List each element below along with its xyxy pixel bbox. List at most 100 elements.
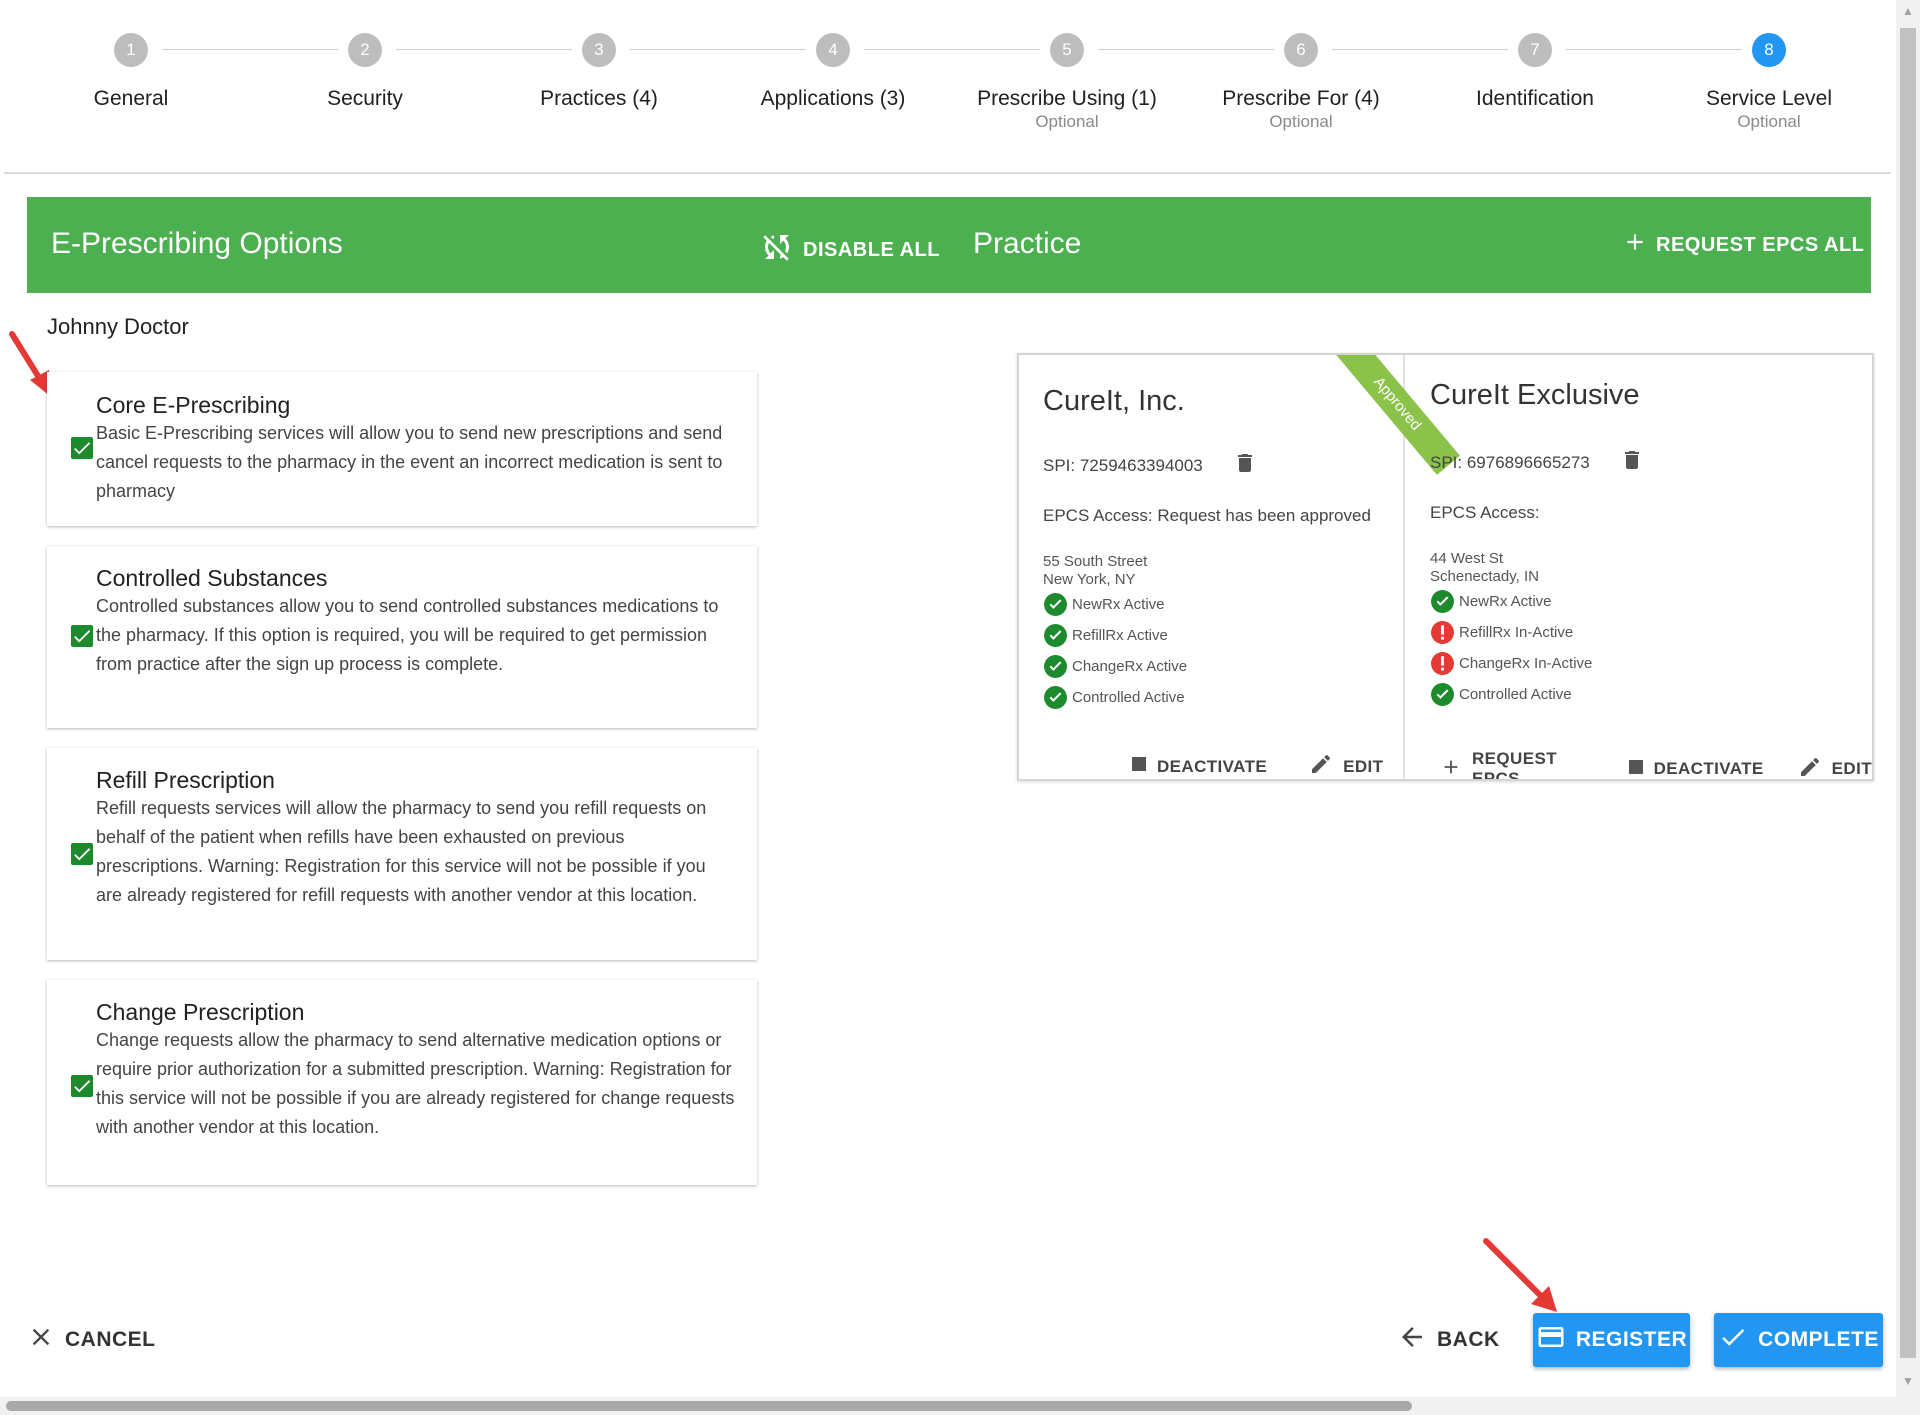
checkmark-icon xyxy=(74,442,91,455)
option-description: Basic E-Prescribing services will allow … xyxy=(96,423,723,501)
practice-name: CureIt Exclusive xyxy=(1430,379,1640,411)
practice-name: CureIt, Inc. xyxy=(1043,385,1185,417)
request-epcs-label: REQUEST EPCS xyxy=(1472,749,1557,781)
address-line: New York, NY xyxy=(1043,571,1136,588)
plus-icon xyxy=(1440,756,1462,780)
status-item: ChangeRx Active xyxy=(1043,651,1187,682)
register-button[interactable]: REGISTER xyxy=(1533,1313,1690,1367)
address-line: 55 South Street xyxy=(1043,553,1148,570)
deactivate-label: DEACTIVATE xyxy=(1157,756,1268,776)
check-circle-icon xyxy=(1044,655,1067,678)
option-title: Controlled Substances xyxy=(96,565,328,591)
step-label: General xyxy=(93,87,169,110)
option-title: Core E-Prescribing xyxy=(96,392,291,418)
step-prescribe-using[interactable]: 5 Prescribe Using (1) Optional xyxy=(967,33,1167,132)
step-practices[interactable]: 3 Practices (4) xyxy=(499,33,699,111)
step-security[interactable]: 2 Security xyxy=(265,33,465,111)
sync-disabled-icon xyxy=(759,229,795,271)
edit-label: EDIT xyxy=(1343,756,1384,776)
option-description: Change requests allow the pharmacy to se… xyxy=(96,1030,735,1137)
step-label: Identification xyxy=(1476,87,1594,110)
cancel-button[interactable]: CANCEL xyxy=(27,1313,156,1367)
deactivate-button[interactable]: DEACTIVATE xyxy=(1628,759,1764,780)
cancel-label: CANCEL xyxy=(65,1328,156,1351)
step-label: Prescribe For (4) xyxy=(1222,87,1380,110)
disable-all-button[interactable]: DISABLE ALL xyxy=(759,229,940,271)
step-service-level[interactable]: 8 Service Level Optional xyxy=(1669,33,1869,132)
close-icon xyxy=(27,1323,55,1357)
step-label: Applications (3) xyxy=(760,87,906,110)
practice-spi: SPI: 6976896665273 xyxy=(1430,446,1644,479)
practice-actions: REQUEST EPCS DEACTIVATE EDIT xyxy=(1440,749,1872,781)
complete-label: COMPLETE xyxy=(1758,1328,1879,1351)
scroll-down-icon[interactable]: ▼ xyxy=(1896,1370,1920,1392)
status-text: RefillRx In-Active xyxy=(1459,624,1574,641)
register-label: REGISTER xyxy=(1575,1328,1688,1351)
status-item: Controlled Active xyxy=(1043,682,1187,713)
status-text: ChangeRx In-Active xyxy=(1459,655,1593,672)
back-label: BACK xyxy=(1437,1328,1500,1351)
request-epcs-all-button[interactable]: REQUEST EPCS ALL xyxy=(1622,229,1864,261)
status-text: ChangeRx Active xyxy=(1072,658,1188,675)
step-prescribe-for[interactable]: 6 Prescribe For (4) Optional xyxy=(1201,33,1401,132)
step-number: 3 xyxy=(582,33,616,67)
horizontal-scrollbar[interactable] xyxy=(0,1397,1896,1415)
service-status-list: NewRx Active RefillRx In-Active ChangeRx… xyxy=(1430,586,1592,710)
status-item: Controlled Active xyxy=(1430,679,1592,710)
plus-icon xyxy=(1622,229,1648,261)
option-controlled-substances: Controlled Substances Controlled substan… xyxy=(47,546,757,728)
step-number: 1 xyxy=(114,33,148,67)
practice-spi: SPI: 7259463394003 xyxy=(1043,449,1257,482)
deactivate-button[interactable]: DEACTIVATE xyxy=(1131,756,1267,777)
option-checkbox[interactable] xyxy=(71,437,93,459)
check-circle-icon xyxy=(1044,686,1067,709)
step-applications[interactable]: 4 Applications (3) xyxy=(733,33,933,111)
step-number: 2 xyxy=(348,33,382,67)
option-checkbox[interactable] xyxy=(71,625,93,647)
eprescribing-toolbar: E-Prescribing Options DISABLE ALL Practi… xyxy=(27,197,1871,293)
checkmark-icon xyxy=(74,630,91,643)
request-epcs-all-label: REQUEST EPCS ALL xyxy=(1656,233,1865,256)
vertical-scrollbar[interactable]: ▲ ▼ xyxy=(1896,0,1920,1415)
option-checkbox[interactable] xyxy=(71,843,93,865)
step-number: 4 xyxy=(816,33,850,67)
practice-address: 55 South Street New York, NY xyxy=(1043,553,1147,589)
edit-button[interactable]: EDIT xyxy=(1798,755,1872,780)
step-number: 8 xyxy=(1752,33,1786,67)
status-item: RefillRx In-Active xyxy=(1430,617,1592,648)
option-description: Refill requests services will allow the … xyxy=(96,798,707,905)
check-circle-icon xyxy=(1044,624,1067,647)
status-text: Controlled Active xyxy=(1459,686,1572,703)
complete-button[interactable]: COMPLETE xyxy=(1714,1313,1883,1367)
edit-button[interactable]: EDIT xyxy=(1309,752,1384,779)
check-circle-icon xyxy=(1431,683,1454,706)
request-epcs-button[interactable]: REQUEST EPCS xyxy=(1440,749,1594,781)
checkmark-icon xyxy=(74,1080,91,1093)
disable-all-label: DISABLE ALL xyxy=(803,238,940,261)
trash-icon[interactable] xyxy=(1620,446,1644,479)
checkmark-icon xyxy=(74,848,91,861)
stop-square-icon xyxy=(1131,756,1147,777)
step-general[interactable]: 1 General xyxy=(31,33,231,111)
check-circle-icon xyxy=(1044,593,1067,616)
step-identification[interactable]: 7 Identification xyxy=(1435,33,1635,111)
toolbar-title: E-Prescribing Options xyxy=(51,227,343,260)
spi-text: SPI: 7259463394003 xyxy=(1043,455,1203,475)
trash-icon[interactable] xyxy=(1233,449,1257,482)
scroll-up-icon[interactable]: ▲ xyxy=(1896,0,1920,22)
status-text: NewRx Active xyxy=(1459,593,1552,610)
vertical-scroll-thumb[interactable] xyxy=(1900,28,1916,1358)
horizontal-scroll-thumb[interactable] xyxy=(6,1401,1412,1411)
step-optional-label: Optional xyxy=(1269,112,1333,131)
error-circle-icon xyxy=(1431,652,1454,675)
deactivate-label: DEACTIVATE xyxy=(1653,759,1764,778)
back-button[interactable]: BACK xyxy=(1397,1313,1500,1367)
step-label: Service Level xyxy=(1705,87,1833,110)
status-item: ChangeRx In-Active xyxy=(1430,648,1592,679)
pencil-icon xyxy=(1798,755,1822,780)
practice-actions: DEACTIVATE EDIT xyxy=(1131,752,1384,779)
step-label: Prescribe Using (1) xyxy=(977,87,1157,110)
practice-card: Approved CureIt, Inc. SPI: 7259463394003… xyxy=(1019,355,1460,779)
step-label: Security xyxy=(327,87,403,110)
option-checkbox[interactable] xyxy=(71,1075,93,1097)
